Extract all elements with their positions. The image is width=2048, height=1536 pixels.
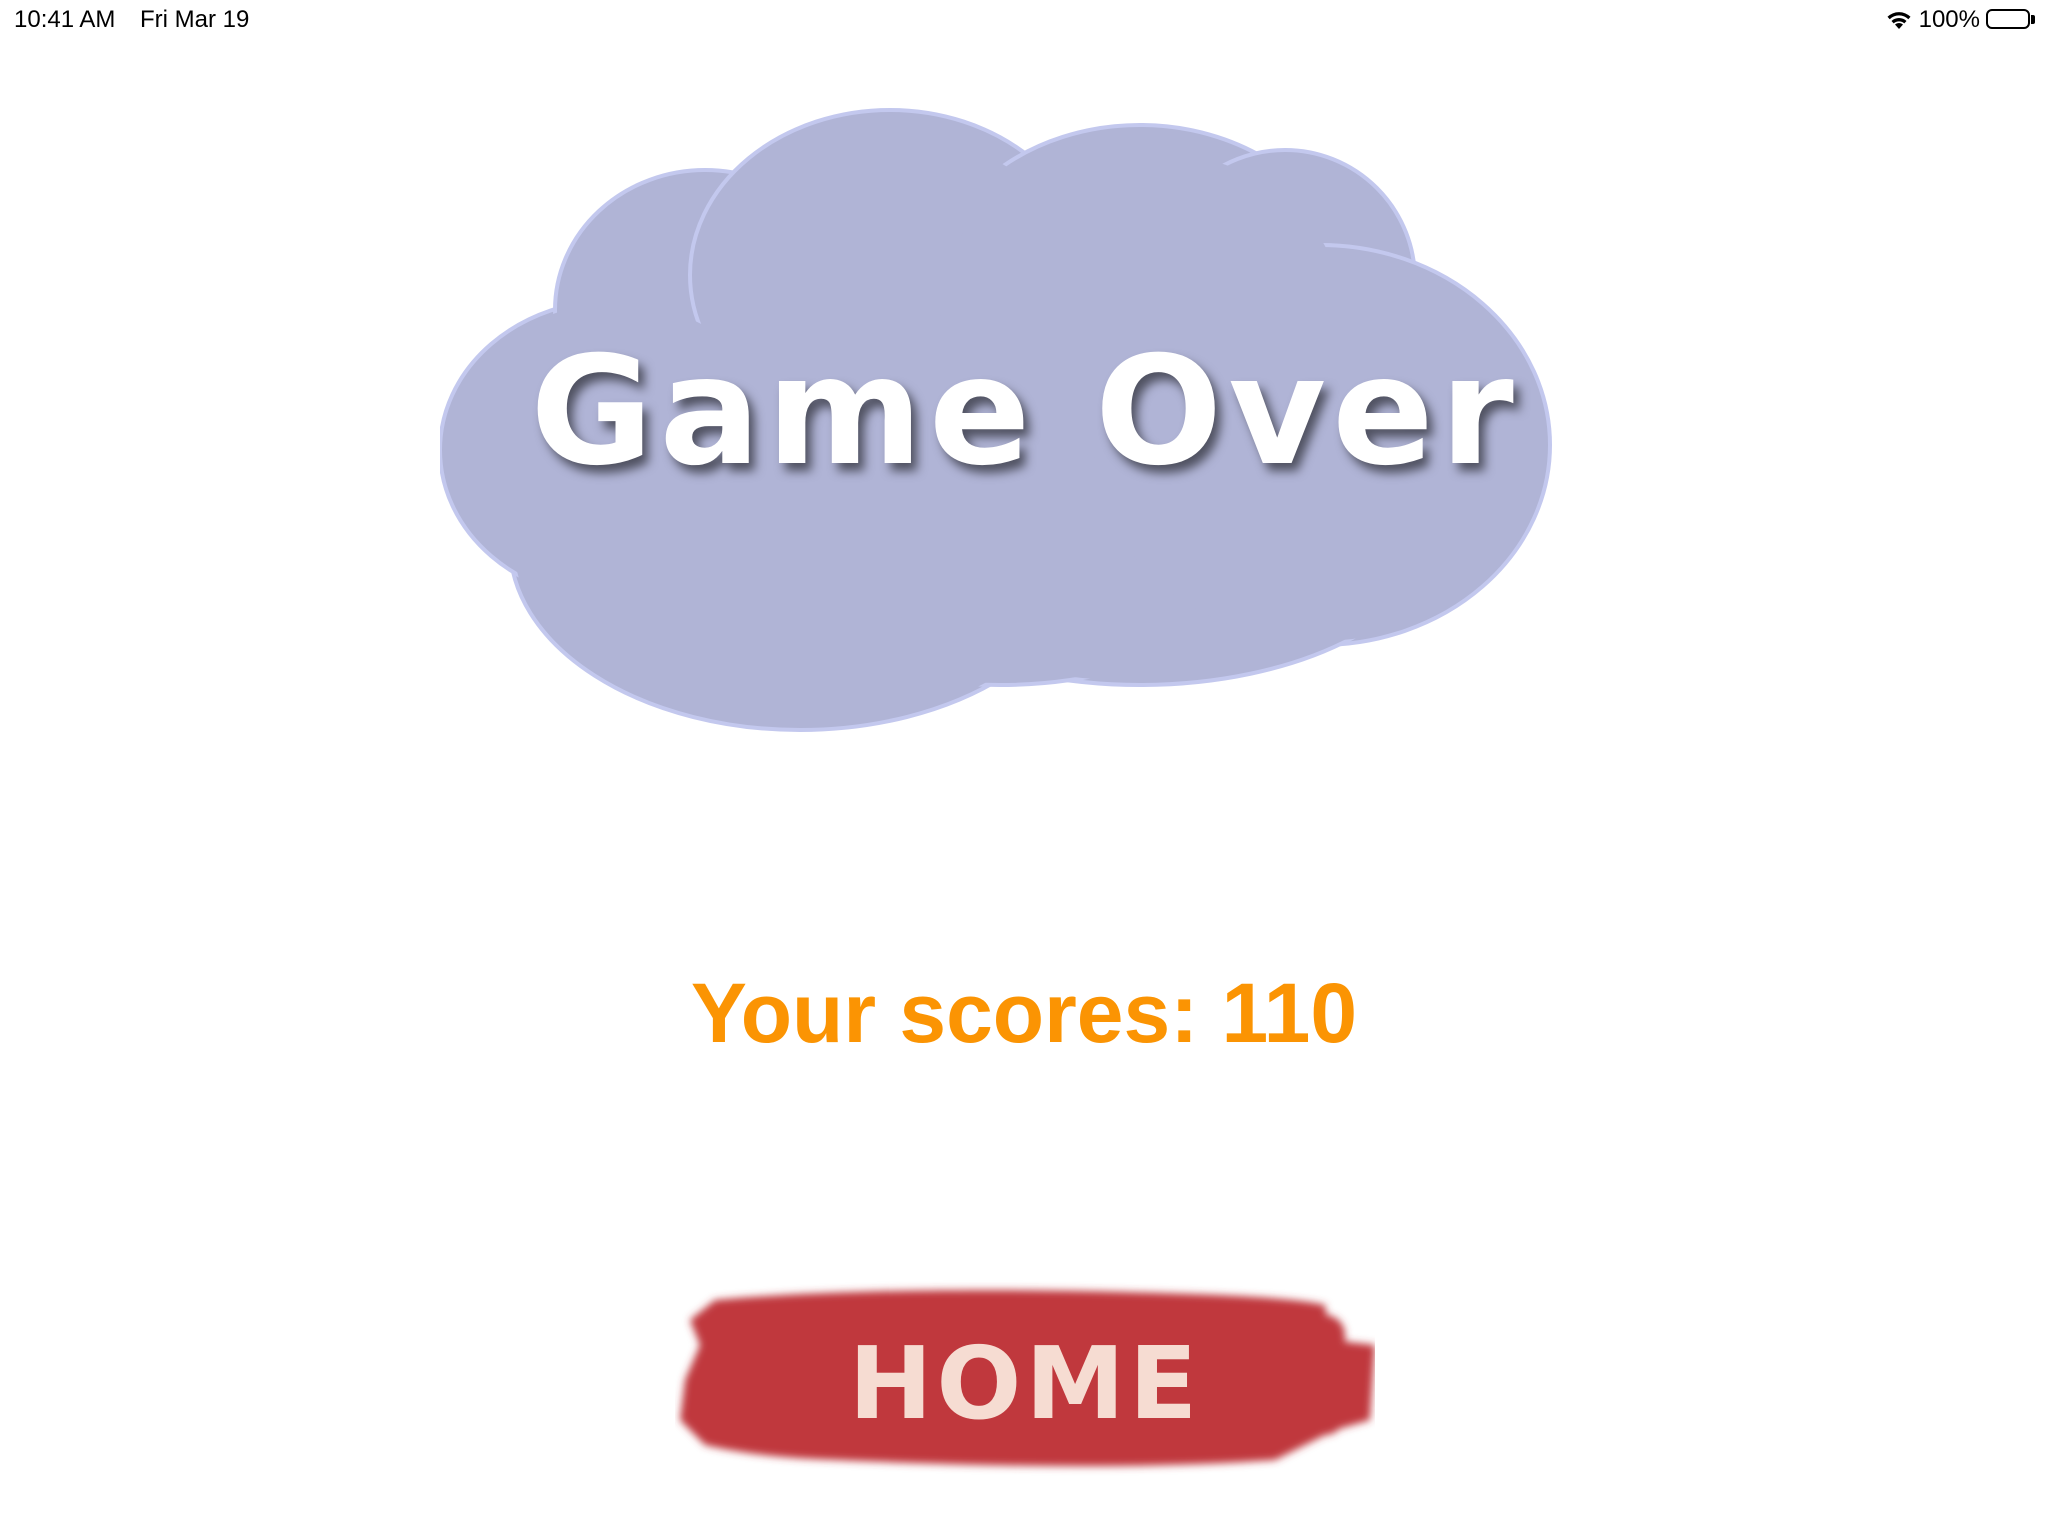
battery-percentage: 100% bbox=[1918, 6, 1980, 33]
game-over-screen: 10:41 AM Fri Mar 19 100% Game Over Your … bbox=[0, 0, 2048, 1536]
status-bar: 10:41 AM Fri Mar 19 100% bbox=[0, 0, 2048, 40]
game-over-title: Game Over bbox=[530, 325, 1520, 499]
home-button[interactable]: HOME bbox=[675, 1270, 1375, 1490]
status-date: Fri Mar 19 bbox=[140, 6, 250, 33]
battery-icon bbox=[1986, 9, 2036, 31]
status-indicators: 100% bbox=[1885, 6, 2036, 34]
score-label: Your scores: 110 bbox=[690, 966, 1358, 1060]
wifi-icon bbox=[1885, 9, 1913, 31]
home-button-label: HOME bbox=[848, 1325, 1202, 1442]
status-time: 10:41 AM bbox=[14, 6, 116, 33]
game-over-cloud: Game Over bbox=[440, 105, 1610, 745]
